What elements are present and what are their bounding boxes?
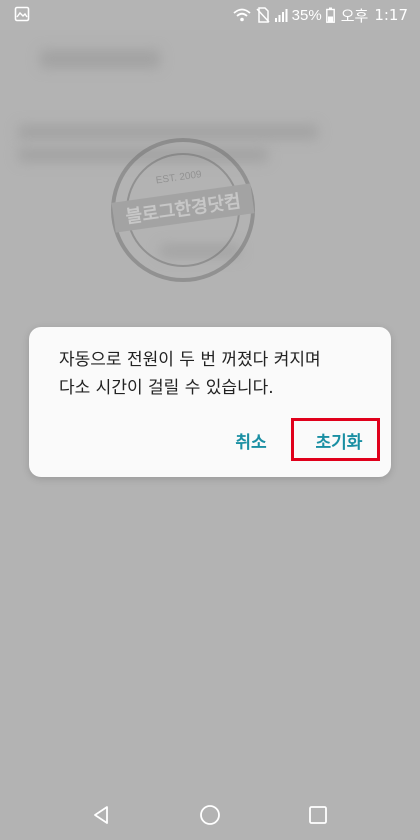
status-bar: 35% 오후 1:17 <box>0 0 420 30</box>
dialog-message: 자동으로 전원이 두 번 꺼졌다 켜지며 다소 시간이 걸릴 수 있습니다. <box>59 350 321 398</box>
recent-square-icon[interactable] <box>305 802 331 828</box>
image-icon <box>14 6 30 22</box>
blurred-header <box>40 50 160 68</box>
highlight-annotation <box>291 418 380 461</box>
status-right: 35% 오후 1:17 <box>232 4 408 26</box>
signal-bars-icon <box>274 9 288 22</box>
reset-confirm-dialog: 자동으로 전원이 두 번 꺼졌다 켜지며 다소 시간이 걸릴 수 있습니다. 취… <box>29 327 391 477</box>
no-sim-icon <box>256 7 270 23</box>
wifi-icon <box>233 8 251 22</box>
cancel-button[interactable]: 취소 <box>221 423 281 463</box>
status-ampm: 오후 <box>340 6 369 25</box>
watermark-est: EST. 2009 <box>155 169 203 186</box>
battery-percent: 35% <box>291 6 322 24</box>
home-circle-icon[interactable] <box>197 802 223 828</box>
back-triangle-icon[interactable] <box>88 802 114 828</box>
watermark-stamp: 블로그한경닷컴 EST. 2009 <box>111 138 255 282</box>
status-time: 1:17 <box>374 6 408 24</box>
status-left <box>14 6 30 27</box>
navigation-bar <box>0 790 420 840</box>
battery-icon <box>325 7 335 23</box>
